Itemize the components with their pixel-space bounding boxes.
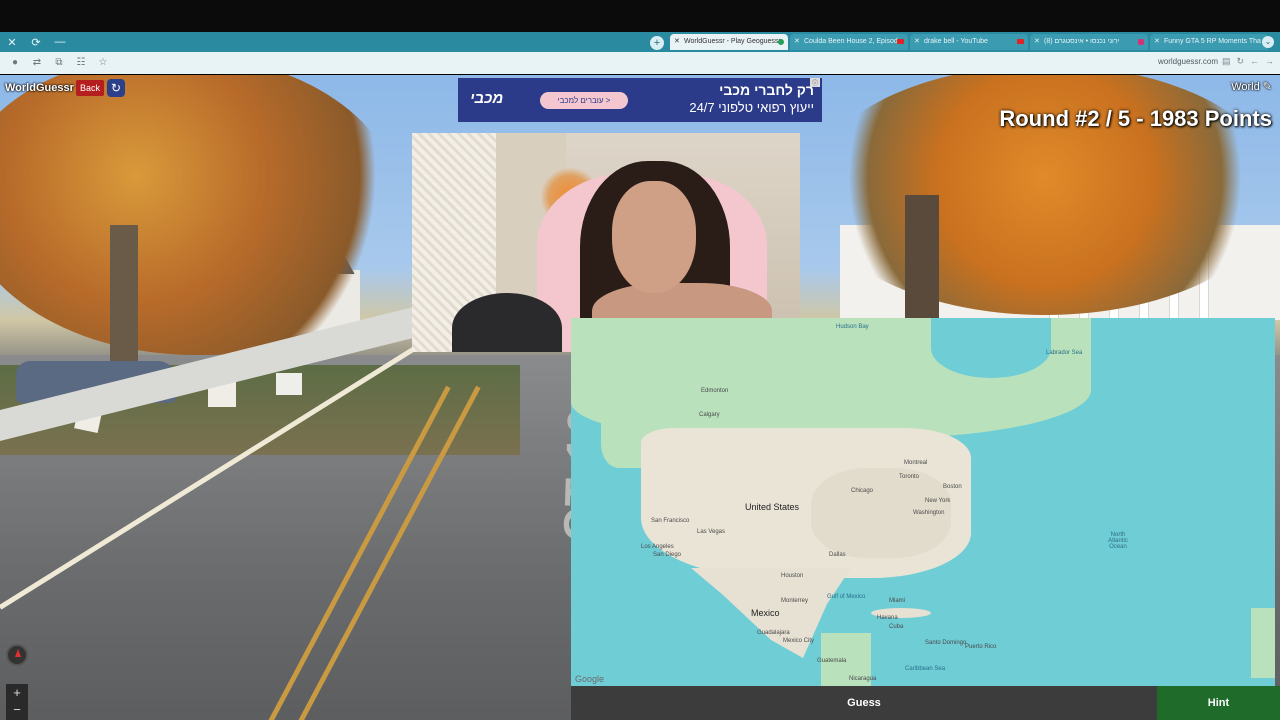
youtube-favicon-icon (1017, 39, 1024, 44)
tab-close-icon[interactable]: ✕ (1154, 34, 1160, 50)
tab-search-icon[interactable]: ☷ (74, 56, 88, 70)
google-attribution: Google (575, 674, 605, 684)
tab-close-icon[interactable]: ✕ (794, 34, 800, 50)
site-info-icon[interactable]: ● (8, 56, 22, 70)
streamer-face (612, 181, 696, 293)
close-window-icon[interactable]: ✕ (0, 36, 24, 49)
west-africa-edge (1251, 608, 1275, 678)
browser-tab-strip: ✕ ⟳ — + ✕ WorldGuessr - Play Geoguessr ✕ C… (0, 32, 1280, 52)
back-arrow-icon[interactable]: ← (1250, 56, 1259, 67)
tab-coulda-been-house[interactable]: ✕ Coulda Been House 2, Episode (790, 34, 908, 50)
address-bar: ● ⇄ ⧉ ☷ ☆ worldguessr.com ▤ ↻ ← → (0, 52, 1280, 74)
map-label-miami: Miami (889, 598, 905, 604)
map-label-cuba: Cuba (889, 624, 904, 630)
map-label-losangeles: Los Angeles (641, 544, 674, 550)
round-score-indicator: Round #2 / 5 - 1983 Points (999, 106, 1272, 131)
map-label-puertorico: Puerto Rico (965, 644, 997, 650)
worldguessr-logo: WorldGuessr (5, 82, 74, 94)
map-label-chicago: Chicago (851, 488, 874, 494)
roadside-sign (276, 373, 302, 395)
map-label-lasvegas: Las Vegas (697, 529, 726, 535)
map-label-montreal: Montreal (904, 460, 928, 466)
worldguessr-favicon-icon (778, 39, 784, 45)
reader-mode-icon[interactable]: ▤ (1222, 56, 1231, 67)
extensions-icon[interactable]: ⇄ (30, 56, 44, 70)
tab-groups-icon[interactable]: ⧉ (52, 56, 66, 70)
minimize-window-icon[interactable]: — (48, 36, 72, 48)
map-label-hudson: Hudson Bay (836, 324, 869, 330)
address-bar-actions: ▤ ↻ ← → (1222, 56, 1274, 67)
guess-map[interactable]: Hudson Bay Labrador Sea Edmonton Calgary… (571, 318, 1275, 686)
map-label-mexico: Mexico (751, 608, 780, 618)
reload-window-icon[interactable]: ⟳ (24, 36, 48, 49)
map-label-mexicocity: Mexico City (783, 638, 815, 644)
tab-gta-rp[interactable]: ✕ Funny GTA 5 RP Moments Tha (1150, 34, 1268, 50)
zoom-in-icon[interactable]: + (6, 684, 28, 701)
ad-logo: מכבי (470, 90, 504, 107)
tab-worldguessr[interactable]: ✕ WorldGuessr - Play Geoguessr (670, 34, 788, 50)
map-label-gulf: Gulf of Mexico (827, 594, 866, 600)
tab-search-chevron-icon[interactable]: ⌄ (1262, 36, 1274, 48)
zoom-controls: + − (6, 684, 28, 720)
map-label-sanfrancisco: San Francisco (651, 518, 690, 524)
map-label-sandiego: San Diego (653, 552, 682, 558)
map-label-newyork: New York (925, 498, 951, 504)
guess-button[interactable]: Guess (571, 686, 1157, 720)
advertisement-banner[interactable]: מכבי עוברים למכבי > רק לחברי מכבי ייעוץ … (458, 78, 822, 122)
top-black-bar (0, 0, 1280, 32)
map-label-united-states: United States (745, 502, 800, 512)
hudson-bay-water (931, 318, 1051, 378)
forward-arrow-icon[interactable]: → (1265, 56, 1274, 67)
tab-close-icon[interactable]: ✕ (1034, 34, 1040, 50)
tab-close-icon[interactable]: ✕ (674, 34, 680, 50)
bookmark-star-icon[interactable]: ☆ (96, 56, 110, 70)
tab-close-icon[interactable]: ✕ (914, 34, 920, 50)
url-text[interactable]: worldguessr.com (1158, 57, 1218, 66)
map-label-washington: Washington (913, 510, 945, 516)
compass-icon[interactable] (6, 644, 28, 666)
refresh-location-icon[interactable]: ↻ (107, 79, 125, 97)
ad-choices-icon[interactable]: ⓘ (809, 78, 820, 87)
new-tab-button[interactable]: + (650, 36, 664, 50)
map-label-domingo: Santo Domingo (925, 640, 967, 646)
ad-cta-button[interactable]: עוברים למכבי > (540, 92, 628, 109)
map-label-atlantic: North Atlantic Ocean (1108, 532, 1128, 550)
left-autumn-tree (0, 75, 400, 355)
map-label-havana: Havana (877, 615, 898, 621)
youtube-favicon-icon (897, 39, 904, 44)
map-label-labrador: Labrador Sea (1046, 350, 1083, 356)
map-label-dallas: Dallas (829, 552, 846, 558)
map-label-toronto: Toronto (899, 474, 920, 480)
tab-drake-bell[interactable]: ✕ drake bell - YouTube (910, 34, 1028, 50)
back-button[interactable]: Back (76, 80, 105, 96)
tab-list: + ✕ WorldGuessr - Play Geoguessr ✕ Coulda … (650, 34, 1268, 52)
instagram-favicon-icon (1138, 39, 1144, 45)
app-root: ✕ ⟳ — + ✕ WorldGuessr - Play Geoguessr ✕ C… (0, 0, 1280, 720)
map-label-houston: Houston (781, 573, 804, 579)
map-label-edmonton: Edmonton (701, 388, 729, 394)
map-label-calgary: Calgary (699, 412, 720, 418)
map-label-nicaragua: Nicaragua (849, 676, 877, 682)
hint-button[interactable]: Hint (1157, 686, 1280, 720)
map-label-monterrey: Monterrey (781, 598, 809, 604)
reload-icon[interactable]: ↻ (1236, 56, 1244, 67)
pencil-icon: ✎ (1262, 81, 1272, 93)
map-label-guatemala: Guatemala (817, 658, 847, 664)
zoom-out-icon[interactable]: − (6, 701, 28, 718)
map-label-guadalajara: Guadalajara (757, 630, 790, 636)
map-label-caribbean: Caribbean Sea (905, 666, 946, 672)
ad-subline: ייעוץ רפואי טלפוני 24/7 (689, 100, 814, 115)
ad-headline: רק לחברי מכבי (719, 82, 814, 98)
tab-instagram[interactable]: ✕ (8) ירוני נכנסו • אינסטגרם (1030, 34, 1148, 50)
world-mode-button[interactable]: World ✎ (1231, 80, 1272, 93)
map-label-boston: Boston (943, 484, 962, 490)
